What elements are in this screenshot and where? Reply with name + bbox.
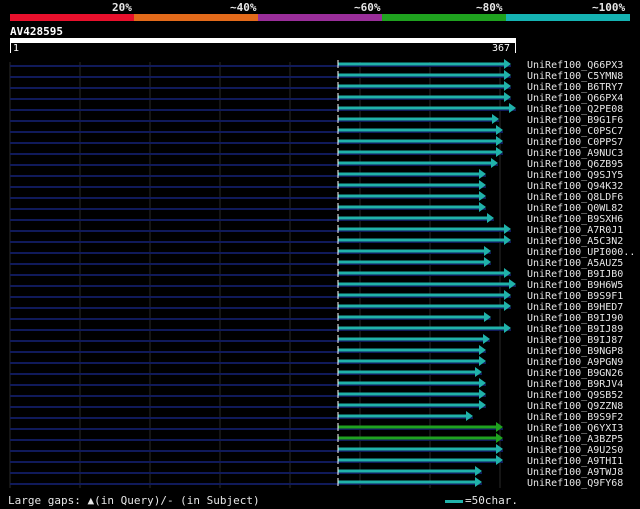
hit-label: UniRef100_Q8LDF6 — [527, 192, 623, 203]
hit-arrow — [479, 202, 486, 212]
scale-line — [445, 499, 463, 503]
hit-arrow — [504, 81, 511, 91]
hit-label: UniRef100_C0PPS7 — [527, 137, 623, 148]
hit-label: UniRef100_A9NUC3 — [527, 148, 623, 159]
hit-label: UniRef100_Q9SJY5 — [527, 170, 623, 181]
hit-label: UniRef100_B9G1F6 — [527, 115, 623, 126]
scale-key: =50char. — [445, 494, 518, 507]
blast-overview: 20% ~40% ~60% ~80% ~100% AV428595 1 367 … — [0, 0, 640, 509]
hit-label: UniRef100_UPI000.. — [527, 247, 635, 258]
hit-arrow — [479, 356, 486, 366]
hit-label: UniRef100_B9NGP8 — [527, 346, 623, 357]
hit-arrow — [479, 191, 486, 201]
hit-label: UniRef100_B9IJ87 — [527, 335, 623, 346]
hit-label: UniRef100_B9H6W5 — [527, 280, 623, 291]
scale-text: =50char. — [465, 494, 518, 507]
hit-label: UniRef100_Q9FY68 — [527, 478, 623, 489]
hit-label: UniRef100_A9U2S0 — [527, 445, 623, 456]
hit-label: UniRef100_A9PGN9 — [527, 357, 623, 368]
hit-label: UniRef100_Q6YXI3 — [527, 423, 623, 434]
hit-label: UniRef100_Q9ZZN8 — [527, 401, 623, 412]
hit-label: UniRef100_B9IJB0 — [527, 269, 623, 280]
hit-label: UniRef100_A5C3N2 — [527, 236, 623, 247]
hit-arrow — [504, 70, 511, 80]
gaps-legend: Large gaps: ▲(in Query)/- (in Subject) — [8, 494, 260, 507]
hit-arrow — [475, 477, 482, 487]
hit-arrow — [509, 279, 516, 289]
hit-arrow — [504, 92, 511, 102]
hit-arrow — [484, 312, 491, 322]
hit-arrow — [504, 268, 511, 278]
hit-arrow — [475, 466, 482, 476]
hit-arrow — [483, 334, 490, 344]
hit-label: UniRef100_A3BZP5 — [527, 434, 623, 445]
hit-label: UniRef100_C5YMN8 — [527, 71, 623, 82]
hit-arrow — [504, 235, 511, 245]
hit-label: UniRef100_A7R0J1 — [527, 225, 623, 236]
hit-arrow — [504, 323, 511, 333]
hit-arrow — [509, 103, 516, 113]
hit-arrow — [492, 114, 499, 124]
hit-label: UniRef100_B9S9F2 — [527, 412, 623, 423]
hit-arrow — [504, 301, 511, 311]
hit-arrow — [479, 378, 486, 388]
hit-arrow — [484, 257, 491, 267]
hit-label: UniRef100_B9HED7 — [527, 302, 623, 313]
hit-arrow — [479, 169, 486, 179]
hit-arrow — [504, 224, 511, 234]
hit-arrow — [479, 345, 486, 355]
hit-label: UniRef100_B9IJ89 — [527, 324, 623, 335]
hit-label: UniRef100_B9IJ90 — [527, 313, 623, 324]
hit-label: UniRef100_Q6ZB95 — [527, 159, 623, 170]
hit-arrow — [491, 158, 498, 168]
hit-arrow — [479, 400, 486, 410]
hit-arrow — [466, 411, 473, 421]
hit-label: UniRef100_A9THI1 — [527, 456, 623, 467]
hit-label: UniRef100_A5AUZ5 — [527, 258, 623, 269]
hit-label: UniRef100_B9RJV4 — [527, 379, 623, 390]
hit-label: UniRef100_Q2PE08 — [527, 104, 623, 115]
hit-label: UniRef100_A9TWJ8 — [527, 467, 623, 478]
hit-arrow — [487, 213, 494, 223]
hit-label: UniRef100_B9S9F1 — [527, 291, 623, 302]
hit-arrow — [479, 389, 486, 399]
hit-arrow — [484, 246, 491, 256]
hit-label: UniRef100_Q0WL82 — [527, 203, 623, 214]
hit-arrow — [479, 180, 486, 190]
hit-plot: UniRef100_Q66PX3UniRef100_C5YMN8UniRef10… — [9, 59, 635, 489]
hit-label: UniRef100_B9SXH6 — [527, 214, 623, 225]
hit-arrow — [504, 59, 511, 69]
hit-label: UniRef100_Q66PX4 — [527, 93, 623, 104]
hit-arrow — [475, 367, 482, 377]
hit-label: UniRef100_Q66PX3 — [527, 60, 623, 71]
hit-label: UniRef100_Q9SB52 — [527, 390, 623, 401]
hit-label: UniRef100_B9GN26 — [527, 368, 623, 379]
hit-label: UniRef100_C0PSC7 — [527, 126, 623, 137]
hit-label: UniRef100_B6TRY7 — [527, 82, 623, 93]
hit-arrow — [504, 290, 511, 300]
hit-label: UniRef100_Q94K32 — [527, 181, 623, 192]
